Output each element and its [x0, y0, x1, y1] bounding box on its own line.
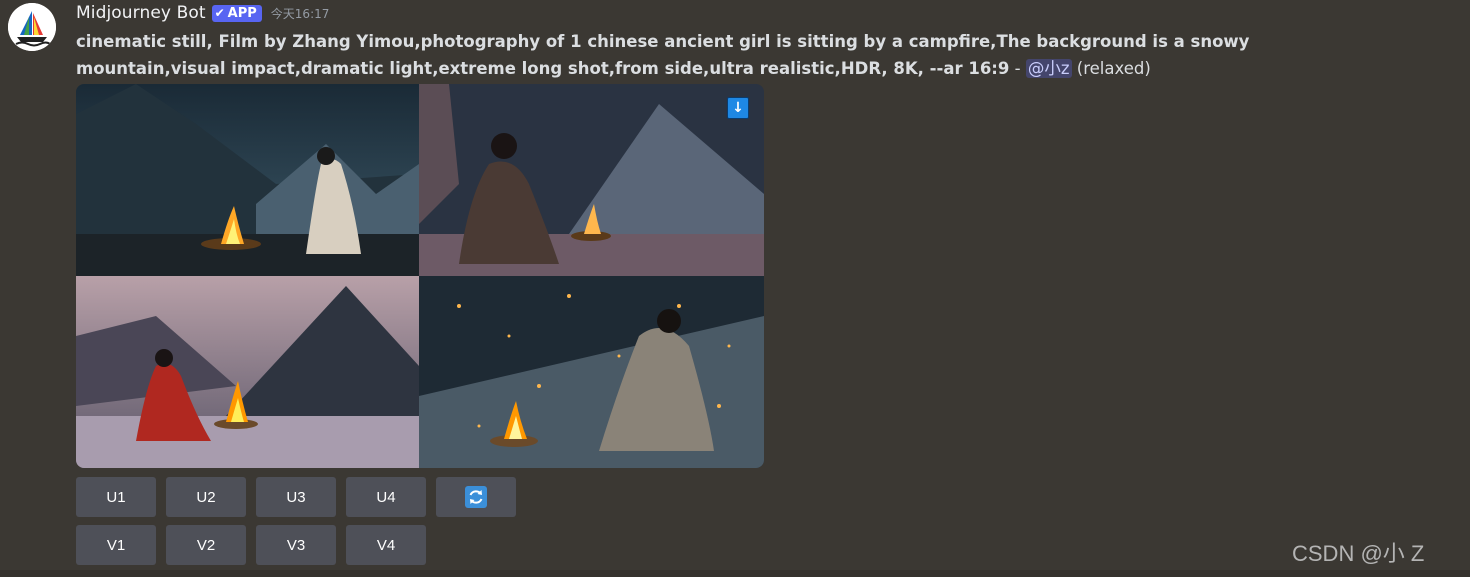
v1-button[interactable]: V1	[76, 525, 156, 565]
timestamp[interactable]: 今天16:17	[271, 5, 330, 22]
bottom-divider	[0, 570, 1470, 577]
refresh-icon	[465, 486, 487, 508]
watermark: CSDN @小 Z	[1292, 541, 1425, 566]
u2-button[interactable]: U2	[166, 477, 246, 517]
v4-button[interactable]: V4	[346, 525, 426, 565]
message: Midjourney Bot ✔ APP 今天16:17 cinematic s…	[0, 0, 1470, 577]
user-mention[interactable]: @小z	[1025, 59, 1072, 78]
image-grid[interactable]	[76, 84, 764, 468]
u1-button[interactable]: U1	[76, 477, 156, 517]
separator: -	[1009, 59, 1026, 78]
image-tile-3[interactable]	[76, 276, 419, 468]
app-badge-label: APP	[227, 5, 257, 21]
v2-button[interactable]: V2	[166, 525, 246, 565]
sailboat-logo-icon	[8, 3, 56, 51]
image-tile-1[interactable]	[76, 84, 419, 276]
u4-button[interactable]: U4	[346, 477, 426, 517]
reroll-button[interactable]	[436, 477, 516, 517]
message-header: Midjourney Bot ✔ APP 今天16:17	[76, 1, 329, 25]
app-badge: ✔ APP	[211, 4, 262, 22]
image-tile-2[interactable]	[419, 84, 764, 276]
v3-button[interactable]: V3	[256, 525, 336, 565]
download-arrow-icon[interactable]: ↓	[727, 97, 749, 119]
bot-avatar[interactable]	[8, 3, 56, 51]
image-tile-4[interactable]	[419, 276, 764, 468]
u3-button[interactable]: U3	[256, 477, 336, 517]
verified-check-icon: ✔	[214, 6, 225, 20]
upscale-button-row: U1 U2 U3 U4	[76, 477, 516, 517]
mode-label: (relaxed)	[1071, 59, 1151, 78]
message-content: cinematic still, Film by Zhang Yimou,pho…	[76, 28, 1376, 82]
variation-button-row: V1 V2 V3 V4	[76, 525, 426, 565]
username[interactable]: Midjourney Bot	[76, 3, 206, 23]
